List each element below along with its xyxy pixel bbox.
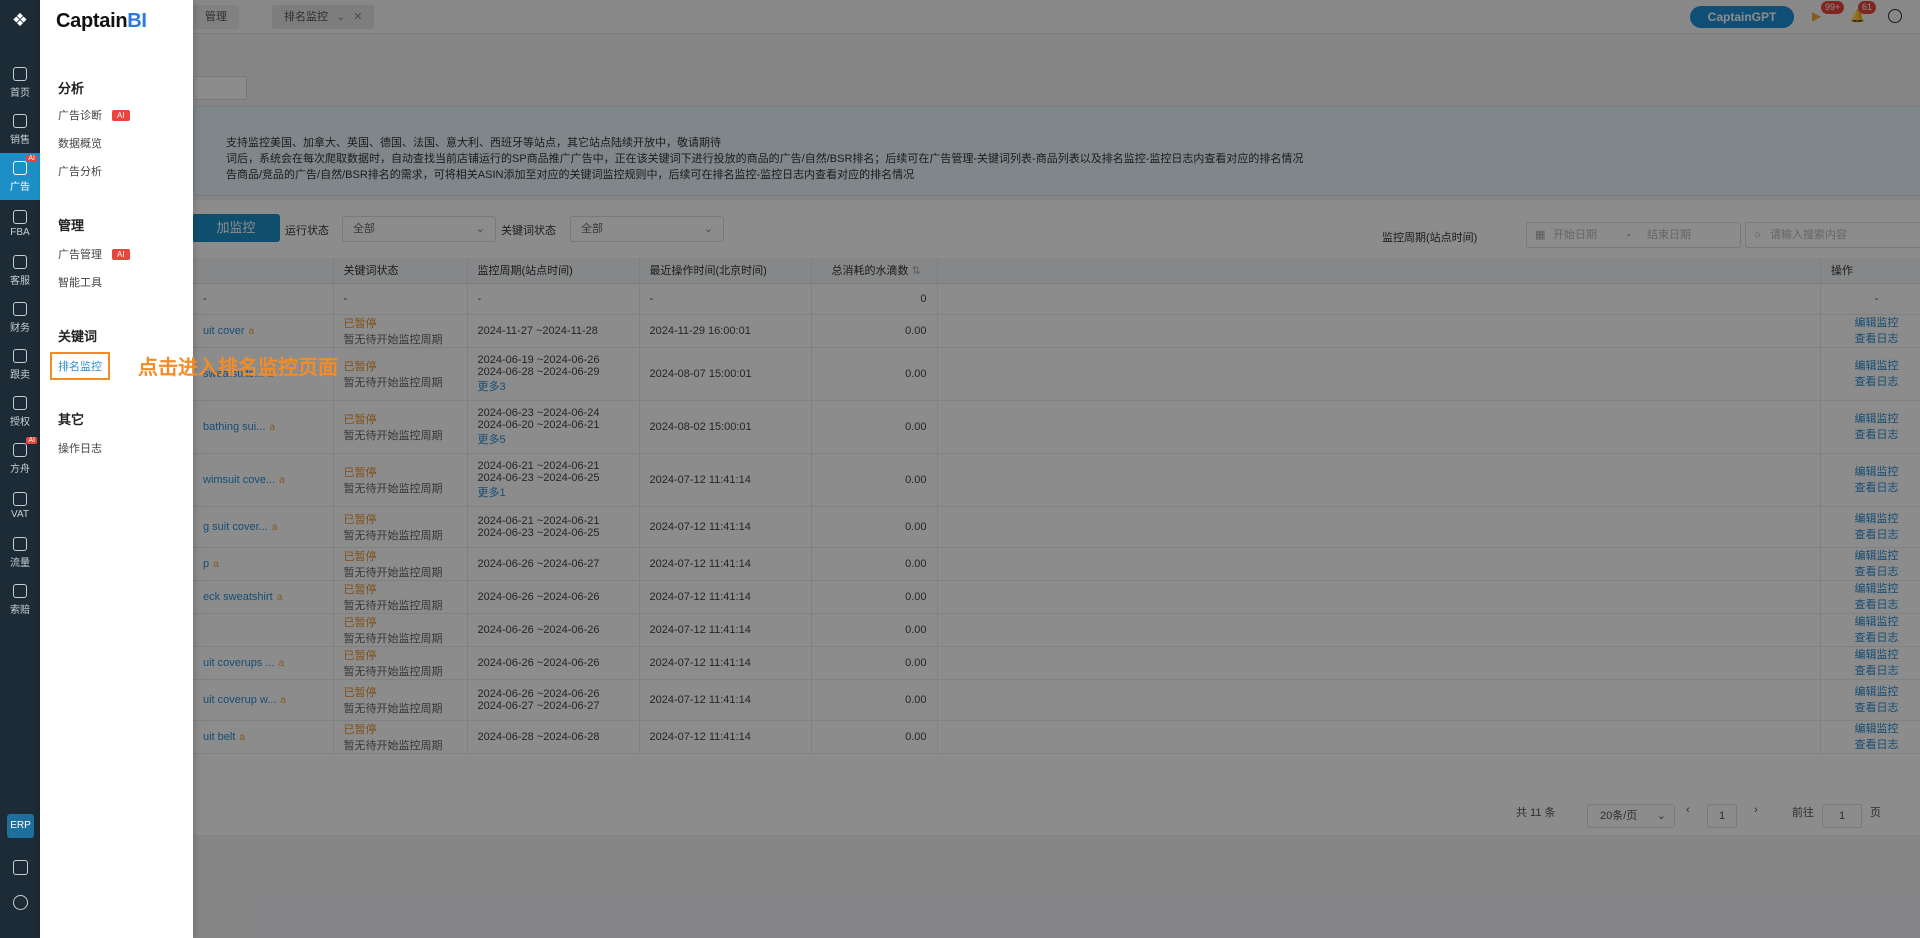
erp-button[interactable]: ERP: [7, 814, 34, 838]
ark-icon: [13, 442, 27, 457]
menu-item-operation-log[interactable]: 操作日志: [58, 440, 102, 456]
rail-item-label: 流量: [10, 557, 30, 569]
rail-item-vat-building[interactable]: VAT: [0, 482, 40, 529]
group-title-other: 其它: [58, 412, 85, 427]
rail-item-fba-box[interactable]: FBA: [0, 200, 40, 247]
rail-item-label: 首页: [10, 87, 30, 99]
sales-chart-icon: [13, 113, 27, 128]
app-logo-icon[interactable]: ❖: [0, 0, 40, 40]
follow-sell-icon: [13, 348, 27, 363]
rail-item-home[interactable]: 首页: [0, 59, 40, 106]
rail-item-claim[interactable]: 索赔: [0, 576, 40, 623]
shield-icon: [13, 395, 27, 410]
rail-item-ad[interactable]: 广告 AI: [0, 153, 40, 200]
menu-item-ad-management[interactable]: 广告管理 AI: [58, 246, 130, 262]
finance-icon: [13, 301, 27, 316]
ai-badge: AI: [112, 248, 130, 260]
rail-item-label: 销售: [10, 134, 30, 146]
app-window: 管理 排名监控 ⌄ ✕ CaptainGPT ▶ 99+ 🔔 61 支持监控美国、加…: [0, 0, 1920, 938]
rail-item-customer-service[interactable]: 客服: [0, 247, 40, 294]
rail-item-label: 授权: [10, 416, 30, 428]
menu-item-label: 广告诊断: [58, 110, 102, 122]
rail-item-finance[interactable]: 财务: [0, 294, 40, 341]
menu-item-ad-diagnosis[interactable]: 广告诊断 AI: [58, 107, 130, 123]
rail-item-sales-chart[interactable]: 销售: [0, 106, 40, 153]
rail-item-traffic[interactable]: 流量: [0, 529, 40, 576]
rail-item-shield[interactable]: 授权: [0, 388, 40, 435]
rail-items: 首页销售广告 AI FBA 客服财务跟卖授权方舟 AI VAT 流量索赔: [0, 59, 40, 623]
main-content: 管理 排名监控 ⌄ ✕ CaptainGPT ▶ 99+ 🔔 61 支持监控美国、加…: [40, 0, 1920, 938]
group-title-analysis: 分析: [58, 81, 85, 96]
group-title-management: 管理: [58, 218, 85, 233]
vat-building-icon: [13, 491, 27, 506]
menu-item-rank-monitor[interactable]: 排名监控: [50, 352, 110, 380]
rail-item-ark[interactable]: 方舟 AI: [0, 435, 40, 482]
rail-item-label: 方舟: [10, 463, 30, 475]
claim-icon: [13, 583, 27, 598]
rail-item-follow-sell[interactable]: 跟卖: [0, 341, 40, 388]
tutorial-callout: 点击进入排名监控页面: [138, 357, 338, 379]
rail-item-label: VAT: [11, 508, 29, 520]
fba-box-icon: [13, 209, 27, 224]
rail-item-label: 客服: [10, 275, 30, 287]
rail-item-label: FBA: [10, 226, 30, 238]
ad-flyout-menu: CaptainBI 分析 广告诊断 AI 数据概览 广告分析 管理 广告管理 AI …: [40, 0, 193, 938]
brand-logo: CaptainBI: [56, 10, 147, 33]
store-icon[interactable]: [13, 860, 28, 875]
menu-item-data-overview[interactable]: 数据概览: [58, 135, 102, 151]
rail-item-label: 广告: [10, 181, 30, 193]
menu-item-label: 广告管理: [58, 249, 102, 261]
brand-accent: BI: [127, 10, 147, 32]
support-icon[interactable]: [13, 895, 28, 910]
group-title-keyword: 关键词: [58, 329, 98, 344]
customer-service-icon: [13, 254, 27, 269]
modal-overlay[interactable]: [40, 0, 1920, 938]
icon-rail: ❖ 首页销售广告 AI FBA 客服财务跟卖授权方舟 AI VAT 流量索赔 ERP: [0, 0, 40, 938]
rail-item-label: 索赔: [10, 604, 30, 616]
ai-badge: AI: [112, 109, 130, 121]
rail-item-label: 财务: [10, 322, 30, 334]
home-icon: [13, 66, 27, 81]
menu-item-smart-tools[interactable]: 智能工具: [58, 274, 102, 290]
menu-item-ad-analysis[interactable]: 广告分析: [58, 163, 102, 179]
brand-main: Captain: [56, 10, 128, 32]
ai-badge: AI: [26, 155, 37, 162]
ad-icon: [13, 160, 27, 175]
ai-badge: AI: [26, 437, 37, 444]
traffic-icon: [13, 536, 27, 551]
rail-item-label: 跟卖: [10, 369, 30, 381]
